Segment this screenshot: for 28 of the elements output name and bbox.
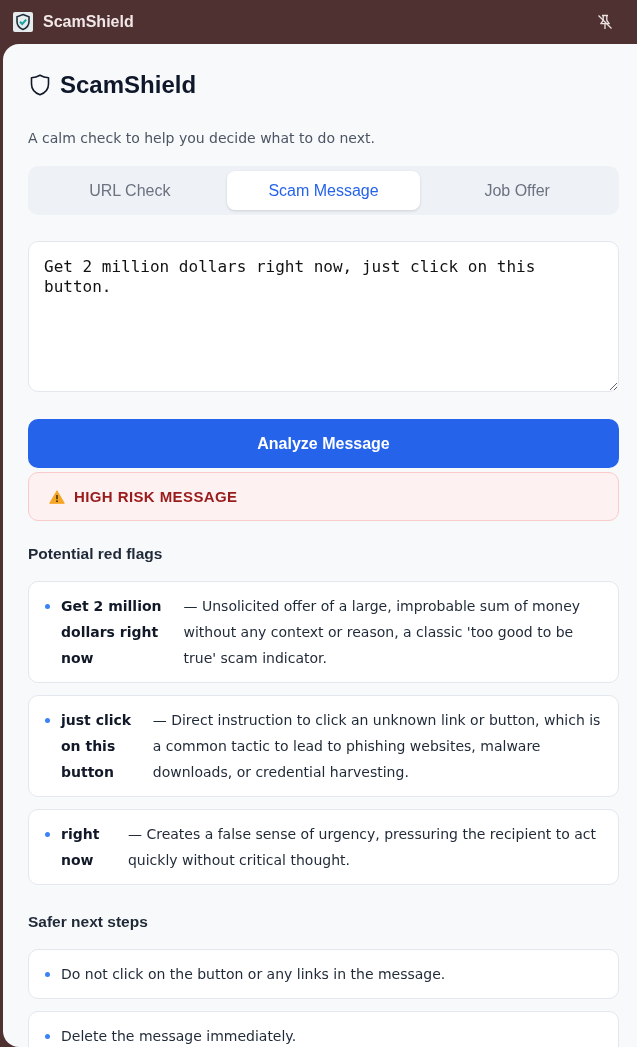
tab[interactable]: Scam Message [226, 171, 421, 210]
analyze-button[interactable]: Analyze Message [28, 419, 619, 468]
shield-icon [30, 74, 50, 96]
flag-explanation: — Creates a false sense of urgency, pressuring the recipient to act quickly without critical thought. [127, 825, 597, 870]
subtitle: A calm check to help you decide what to do next. [28, 129, 376, 148]
bullet-icon [45, 971, 50, 977]
section-heading: Safer next steps [28, 912, 149, 932]
bullet-icon [45, 603, 50, 609]
flag-phrase: just click on this button [61, 711, 133, 782]
shield-check-icon [13, 12, 33, 32]
flag-phrase: Get 2 million dollars right now [61, 597, 163, 668]
bullet-icon [45, 1033, 50, 1039]
step-text: Do not click on the button or any links in the message. [61, 965, 447, 984]
flag-phrase: right now [61, 825, 101, 870]
bullet-icon [45, 717, 50, 723]
unpin-icon[interactable] [597, 14, 613, 30]
section-heading: Potential red flags [28, 544, 164, 564]
window-title: ScamShield [43, 13, 134, 31]
flag-explanation: — Unsolicited offer of a large, improbable sum of money without any context or reason, a classic 'too good to be true' scam indicator. [183, 597, 582, 668]
warning-icon [49, 489, 65, 504]
message-field[interactable]: Get 2 million dollars right now, just click on this button. [28, 241, 619, 392]
app-title: ScamShield [60, 70, 197, 100]
step-text: Delete the message immediately. [61, 1027, 298, 1046]
risk-label: HIGH RISK MESSAGE [74, 488, 238, 505]
bullet-icon [45, 831, 50, 837]
flag-explanation: — Direct instruction to click an unknown link or button, which is a common tactic to lead to phishing websites, malware downloads, or credential harvesting. [152, 711, 602, 782]
tab[interactable]: URL Check [33, 171, 227, 210]
tab[interactable]: Job Offer [420, 171, 614, 210]
